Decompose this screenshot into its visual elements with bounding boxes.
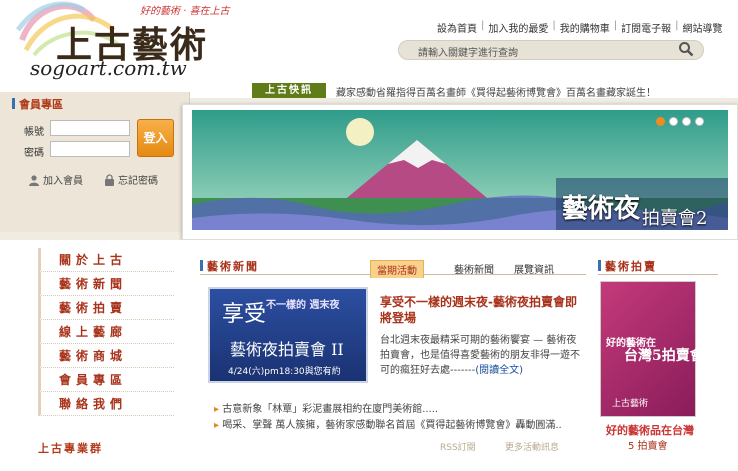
forgot-password-label: 忘記密碼 xyxy=(118,176,158,187)
tab-art-news[interactable]: 藝術新聞 xyxy=(448,260,500,277)
search-icon[interactable] xyxy=(678,41,694,57)
banner-dot[interactable] xyxy=(682,117,691,126)
list-item[interactable]: 喝采、掌聲 萬人簇擁，藝術家感動聯名首屆《買得起藝術博覽會》轟動圓滿.. xyxy=(214,418,590,434)
ticker-tag: 上古快訊 xyxy=(252,83,326,98)
search-placeholder: 請輸入關鍵字進行查詢 xyxy=(418,48,518,59)
banner-dot[interactable] xyxy=(695,117,704,126)
member-title: 會員專區 xyxy=(12,96,63,112)
banner-caption: 藝術夜 xyxy=(562,194,641,224)
banner-dot[interactable] xyxy=(669,117,678,126)
ticker-text[interactable]: 藏家感動省羅指得百萬名畫師《買得起藝術博覽會》百萬名畫藏家誕生！ xyxy=(336,84,656,99)
lock-icon xyxy=(105,173,114,186)
leftnav-about[interactable]: 關於上古 xyxy=(38,248,174,272)
nav-add-favorite[interactable]: 加入我的最愛 xyxy=(488,20,548,35)
forgot-password-link[interactable]: 忘記密碼 xyxy=(104,172,158,187)
account-field[interactable] xyxy=(50,120,130,136)
account-label: 帳號 xyxy=(24,127,44,138)
leftnav-contact[interactable]: 聯絡我們 xyxy=(38,392,174,416)
user-icon xyxy=(29,174,39,186)
article-headline[interactable]: 享受不一樣的週末夜-藝術夜拍賣會即將登場 xyxy=(380,294,580,326)
join-member-label: 加入會員 xyxy=(43,176,83,187)
leftnav-gallery[interactable]: 線上藝廊 xyxy=(38,320,174,344)
tab-current-events[interactable]: 當期活動 xyxy=(370,260,424,278)
leftnav-auction[interactable]: 藝術拍賣 xyxy=(38,296,174,320)
article-summary: 台北週末夜最精采可期的藝術饗宴 — 藝術夜拍賣會，也是值得喜愛藝術的朋友非得一遊… xyxy=(380,333,580,378)
promo-date: 4/24(六)pm18:30與您有約 xyxy=(228,367,341,377)
promo-subheading: 不一樣的 週末夜 xyxy=(266,300,340,311)
more-events-link[interactable]: 更多活動訊息 xyxy=(505,440,559,453)
auction-divider xyxy=(598,274,718,275)
banner-dots xyxy=(656,117,704,126)
left-nav: 關於上古 藝術新聞 藝術拍賣 線上藝廊 藝術商城 會員專區 聯絡我們 xyxy=(38,248,174,416)
join-member-link[interactable]: 加入會員 xyxy=(28,172,83,187)
nav-cart[interactable]: 我的購物車 xyxy=(560,20,610,35)
logo-slogan: 好的藝術 · 喜在上古 xyxy=(140,6,230,17)
password-label: 密碼 xyxy=(24,148,44,159)
promo-heading: 享受 xyxy=(222,302,267,327)
poster-logo: 上古藝術 xyxy=(612,399,649,409)
professional-group-title: 上古專業群 xyxy=(38,442,103,455)
leftnav-member[interactable]: 會員專區 xyxy=(38,368,174,392)
news-title: 藝術新聞 xyxy=(200,258,259,274)
poster-caption[interactable]: 好的藝術品在台灣 xyxy=(606,422,694,438)
leftnav-art-news[interactable]: 藝術新聞 xyxy=(38,272,174,296)
poster-title: 台灣5拍賣會 xyxy=(624,348,704,364)
rss-link[interactable]: RSS訂閱 xyxy=(440,440,476,453)
banner-dot[interactable] xyxy=(656,117,665,126)
nav-newsletter[interactable]: 訂閱電子報 xyxy=(621,20,671,35)
tab-exhibitions[interactable]: 展覽資訊 xyxy=(508,260,560,277)
read-more-link[interactable]: (閱讀全文) xyxy=(475,365,523,376)
leftnav-shop[interactable]: 藝術商城 xyxy=(38,344,174,368)
poster-caption-2: 5 拍賣會 xyxy=(628,441,668,452)
password-field[interactable] xyxy=(50,141,130,157)
nav-sitemap[interactable]: 網站導覽 xyxy=(683,20,723,35)
news-list: 古意新象「林覃」彩泥畫展相約在廈門美術館..... 喝采、掌聲 萬人簇擁，藝術家… xyxy=(214,402,590,434)
nav-set-home[interactable]: 設為首頁 xyxy=(437,20,477,35)
logo-url[interactable]: sogoart.com.tw xyxy=(30,56,187,80)
top-nav: 設為首頁 | 加入我的最愛 | 我的購物車 | 訂閱電子報 | 網站導覽 xyxy=(437,20,723,35)
login-button[interactable]: 登入 xyxy=(137,119,174,157)
auction-title: 藝術拍賣 xyxy=(598,258,657,274)
member-panel xyxy=(0,92,190,232)
promo-event-name: 藝術夜拍賣會 II xyxy=(230,340,344,359)
list-item[interactable]: 古意新象「林覃」彩泥畫展相約在廈門美術館..... xyxy=(214,402,590,418)
banner-caption-2: 拍賣會2 xyxy=(642,208,708,229)
